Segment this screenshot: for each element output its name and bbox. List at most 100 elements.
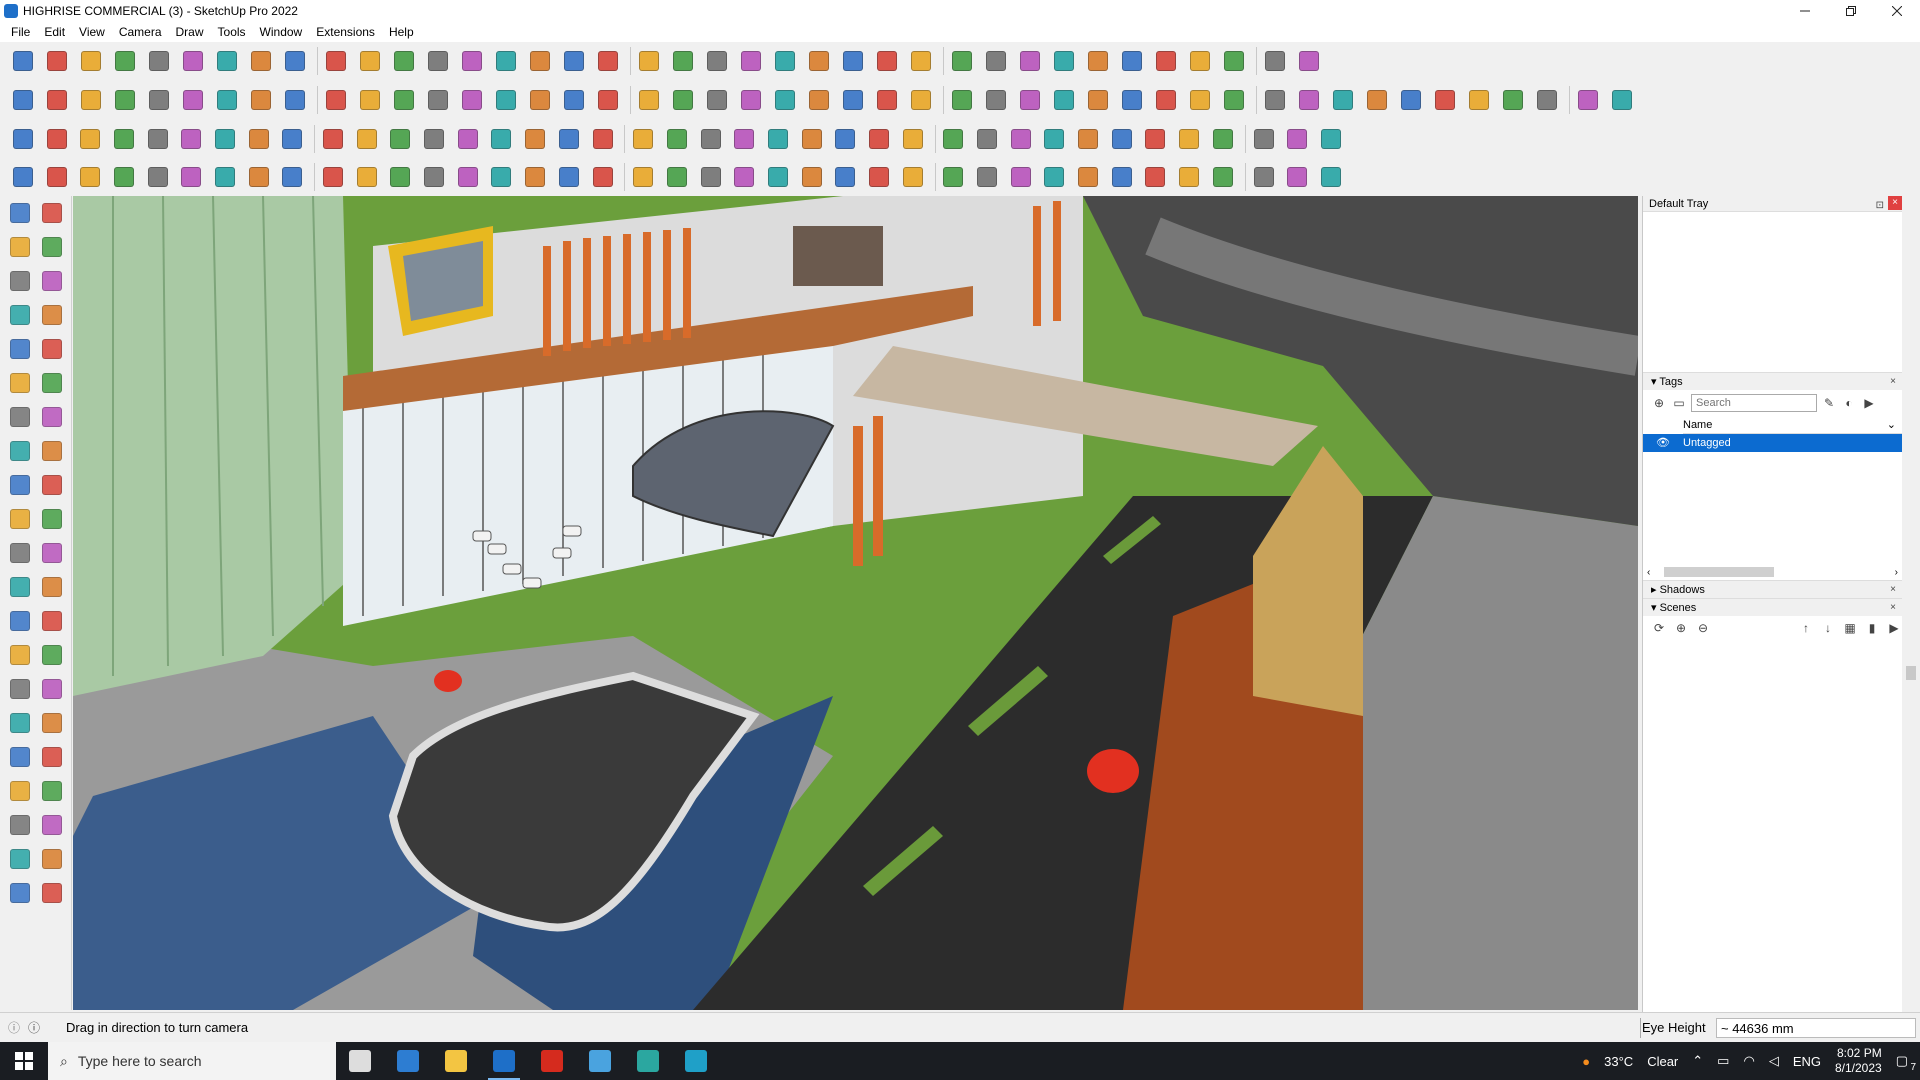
scene-2-icon[interactable]	[1083, 46, 1113, 76]
magnet-icon[interactable]	[864, 124, 894, 154]
draw-14-icon[interactable]	[453, 162, 483, 192]
push-icon[interactable]	[457, 85, 487, 115]
draw-1-icon[interactable]	[8, 162, 38, 192]
arc-2p-icon[interactable]	[4, 436, 36, 466]
zoom-extents-icon[interactable]	[8, 46, 38, 76]
iso-view-icon[interactable]	[423, 85, 453, 115]
wifi-icon[interactable]: ◠	[1743, 1053, 1754, 1069]
volume-icon[interactable]: ◁	[1769, 1053, 1779, 1069]
component-icon[interactable]	[4, 266, 36, 296]
scale-icon[interactable]	[491, 46, 521, 76]
zoom-icon[interactable]	[4, 708, 36, 738]
solid-6-icon[interactable]	[1049, 85, 1079, 115]
draw-6-icon[interactable]	[176, 162, 206, 192]
draw-3-icon[interactable]	[75, 162, 105, 192]
arc-dropdown-icon[interactable]	[246, 46, 276, 76]
visibility-eye-icon[interactable]: 👁	[1643, 434, 1683, 452]
solid-3-icon[interactable]	[947, 85, 977, 115]
robot-1-icon[interactable]	[939, 124, 969, 154]
draw-9-icon[interactable]	[278, 162, 308, 192]
house-6-icon[interactable]	[838, 85, 868, 115]
clock[interactable]: 8:02 PM 8/1/2023	[1835, 1046, 1882, 1076]
scroll-left-icon[interactable]: ‹	[1647, 567, 1650, 578]
robot-3-icon[interactable]	[1006, 124, 1036, 154]
xray-icon[interactable]	[8, 85, 38, 115]
pin-icon[interactable]: ⊡	[1876, 198, 1884, 214]
notification-center-icon[interactable]: ▢ 7	[1896, 1053, 1916, 1073]
arc-icon[interactable]	[212, 46, 242, 76]
cube-red-icon[interactable]	[1040, 124, 1070, 154]
house-3-icon[interactable]	[736, 85, 766, 115]
tape-measure-icon[interactable]	[4, 572, 36, 602]
draw-35-icon[interactable]	[1174, 162, 1204, 192]
draw-25-icon[interactable]	[830, 162, 860, 192]
start-button[interactable]	[0, 1042, 48, 1080]
tile-3-icon[interactable]	[1208, 124, 1238, 154]
pan-icon[interactable]	[36, 674, 68, 704]
shape-8-icon[interactable]	[1464, 85, 1494, 115]
draw-24-icon[interactable]	[797, 162, 827, 192]
draw-2-icon[interactable]	[42, 162, 72, 192]
draw-34-icon[interactable]	[1141, 162, 1171, 192]
tags-panel-header[interactable]: ▾ Tags ×	[1643, 372, 1902, 390]
add-folder-icon[interactable]: ▭	[1671, 395, 1687, 411]
circle-icon[interactable]	[4, 368, 36, 398]
gear-icon[interactable]	[1073, 124, 1103, 154]
thumbnail-icon[interactable]: ▮	[1864, 620, 1880, 636]
arc-orange-icon[interactable]	[210, 124, 240, 154]
draw-30-icon[interactable]	[1006, 162, 1036, 192]
axes-icon[interactable]	[4, 640, 36, 670]
move-up-icon[interactable]: ↑	[1798, 620, 1814, 636]
warehouse-dropdown-icon[interactable]	[947, 46, 977, 76]
move-icon[interactable]	[4, 470, 36, 500]
robot-2-icon[interactable]	[972, 124, 1002, 154]
prev-view-icon[interactable]	[36, 742, 68, 772]
menu-edit[interactable]: Edit	[37, 22, 72, 42]
menu-help[interactable]: Help	[382, 22, 421, 42]
sketchup-taskbar-icon[interactable]	[480, 1042, 528, 1080]
menu-camera[interactable]: Camera	[112, 22, 169, 42]
box-icon[interactable]	[1107, 124, 1137, 154]
add-r-icon[interactable]	[491, 85, 521, 115]
orbit-icon[interactable]	[634, 46, 664, 76]
layout-icon[interactable]	[1015, 46, 1045, 76]
draw-20-icon[interactable]	[662, 162, 692, 192]
sandbox-4-icon[interactable]	[36, 878, 68, 908]
house-1-icon[interactable]	[668, 85, 698, 115]
scenes-panel-header[interactable]: ▾ Scenes ×	[1643, 598, 1902, 616]
taskbar-search[interactable]: ⌕ Type here to search	[48, 1042, 336, 1080]
axes-blue-icon[interactable]	[797, 124, 827, 154]
house-4-icon[interactable]	[770, 85, 800, 115]
green-s-icon[interactable]	[898, 124, 928, 154]
house-5-icon[interactable]	[804, 85, 834, 115]
cross-green-icon[interactable]	[520, 124, 550, 154]
eraser-icon[interactable]	[36, 232, 68, 262]
shape-11-icon[interactable]	[1573, 85, 1603, 115]
shape-10-icon[interactable]	[1532, 85, 1562, 115]
rotated-rect-icon[interactable]	[36, 334, 68, 364]
right-view-icon[interactable]	[321, 85, 351, 115]
protractor-icon[interactable]	[4, 606, 36, 636]
solid-5-icon[interactable]	[1015, 85, 1045, 115]
look-around-icon[interactable]	[36, 776, 68, 806]
draw-8-icon[interactable]	[244, 162, 274, 192]
draw-26-icon[interactable]	[864, 162, 894, 192]
redo-icon[interactable]	[1260, 46, 1290, 76]
front-view-icon[interactable]	[246, 85, 276, 115]
add-scene-icon[interactable]: ⊕	[1673, 620, 1689, 636]
offset-icon[interactable]	[36, 538, 68, 568]
sandbox-1-icon[interactable]	[4, 844, 36, 874]
section-plane-icon[interactable]	[36, 810, 68, 840]
shape-4-icon[interactable]	[1328, 85, 1358, 115]
cross-red-icon[interactable]	[487, 124, 517, 154]
draw-33-icon[interactable]	[1107, 162, 1137, 192]
add-v-icon[interactable]	[525, 85, 555, 115]
arc-icon[interactable]	[4, 402, 36, 432]
face-green-icon[interactable]	[109, 124, 139, 154]
move-down-icon[interactable]: ↓	[1820, 620, 1836, 636]
warehouse-icon[interactable]	[906, 46, 936, 76]
draw-13-icon[interactable]	[419, 162, 449, 192]
close-button[interactable]	[1874, 0, 1920, 22]
draw-23-icon[interactable]	[763, 162, 793, 192]
draw-37-icon[interactable]	[1249, 162, 1279, 192]
